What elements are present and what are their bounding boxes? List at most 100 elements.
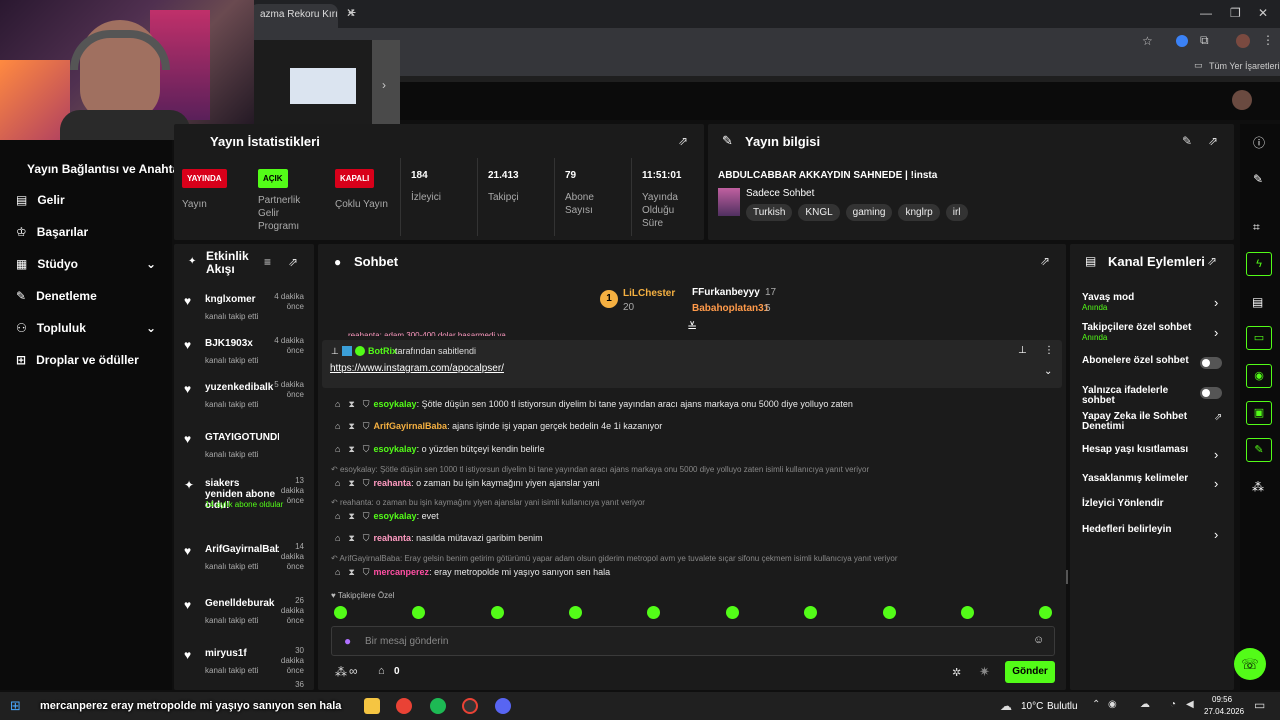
- action-item[interactable]: Yavaş mod Anında ›: [1082, 293, 1224, 317]
- category-name[interactable]: Sadece Sohbet: [746, 188, 814, 199]
- window-close-icon[interactable]: ✕: [1258, 6, 1268, 20]
- rail-tool-button[interactable]: ✎: [1246, 438, 1272, 462]
- pinned-by-user[interactable]: BotRix: [368, 346, 397, 356]
- chat-message[interactable]: ⌂ ⧗ ⛉ esoykalay: Şötle düşün sen 1000 tl is…: [335, 399, 853, 410]
- action-item[interactable]: Yapay Zeka ile Sohbet Denetimi ⇗: [1082, 412, 1224, 436]
- delete-icon[interactable]: ⌂: [335, 533, 340, 543]
- volume-icon[interactable]: ◀: [1186, 699, 1194, 710]
- pencil-icon[interactable]: ✎: [1253, 172, 1263, 186]
- collapse-icon[interactable]: ≚: [687, 320, 697, 334]
- chat-username[interactable]: reahanta: [374, 478, 412, 488]
- chat-username[interactable]: esoykalay: [374, 511, 417, 521]
- clock-time[interactable]: 09:56: [1212, 695, 1232, 704]
- event-user-name[interactable]: ArifGayirnalBaba: [205, 544, 279, 555]
- tray-chevron-icon[interactable]: ⌃: [1092, 699, 1100, 710]
- clock-date[interactable]: 27.04.2026: [1204, 707, 1244, 716]
- expand-icon[interactable]: ⇗: [288, 255, 298, 269]
- timeout-icon[interactable]: ⧗: [348, 533, 354, 543]
- sidebar-item-gelir[interactable]: ▤ Gelir: [16, 193, 65, 207]
- document-icon[interactable]: ▤: [1252, 295, 1263, 309]
- cloud-sync-icon[interactable]: ☁: [1140, 699, 1150, 710]
- extension-icon[interactable]: [1176, 35, 1188, 47]
- emote-icon[interactable]: [334, 606, 347, 619]
- chat-message[interactable]: ⌂ ⧗ ⛉ ArifGayirnalBaba: ajans işinde işi ya…: [335, 421, 662, 432]
- minimize-icon[interactable]: —: [1200, 6, 1212, 20]
- info-icon[interactable]: ⓘ: [1253, 134, 1265, 151]
- emote-icon[interactable]: [1039, 606, 1052, 619]
- expand-icon[interactable]: ⇗: [678, 134, 688, 148]
- wifi-icon[interactable]: ◔: [1170, 699, 1176, 710]
- emote-icon[interactable]: [804, 606, 817, 619]
- event-item[interactable]: ✦ siakers yeniden abone oldu! 13 dakika ön…: [174, 474, 314, 518]
- sidebar-item-basarilar[interactable]: ♔ Başarılar: [16, 225, 88, 239]
- top-gifter-name[interactable]: LiLChester: [623, 288, 675, 299]
- action-item[interactable]: Abonelere özel sohbet: [1082, 356, 1224, 380]
- user-avatar[interactable]: [1232, 90, 1252, 110]
- emote-icon[interactable]: [726, 606, 739, 619]
- event-item[interactable]: ♥ BJK1903x 4 dakika önce kanalı takip etti: [174, 334, 314, 378]
- action-item[interactable]: Yasaklanmış kelimeler ›: [1082, 474, 1224, 498]
- stream-key-heading[interactable]: Yayın Bağlantısı ve Anahtarı: [27, 162, 187, 176]
- timeout-icon[interactable]: ⧗: [348, 511, 354, 521]
- obs-icon[interactable]: [462, 698, 478, 714]
- tray-icon[interactable]: ◉: [1108, 699, 1117, 710]
- weather-label[interactable]: Bulutlu: [1047, 701, 1078, 712]
- crop-icon[interactable]: ⌗: [1253, 220, 1260, 235]
- delete-icon[interactable]: ⌂: [335, 444, 340, 454]
- unpin-icon[interactable]: ⊥: [1018, 345, 1027, 356]
- emote-icon[interactable]: [491, 606, 504, 619]
- profile-avatar[interactable]: [1236, 34, 1250, 48]
- microphone-icon[interactable]: ●: [344, 634, 351, 648]
- weather-temp[interactable]: 10°C: [1021, 701, 1043, 712]
- filter-icon[interactable]: ≡: [264, 255, 271, 269]
- share-icon[interactable]: ⁂: [1252, 480, 1264, 494]
- preview-next-button[interactable]: ›: [372, 40, 400, 132]
- emote-icon[interactable]: [647, 606, 660, 619]
- sidebar-item-studyo[interactable]: ▦ Stüdyo ⌄: [16, 257, 156, 271]
- event-item[interactable]: 36: [174, 678, 314, 690]
- settings-icon[interactable]: ✲: [952, 666, 961, 679]
- sidebar-item-droplar[interactable]: ⊞ Droplar ve ödüller: [16, 353, 139, 367]
- support-button[interactable]: ☏: [1234, 648, 1266, 680]
- puzzle-icon[interactable]: ⧉: [1200, 33, 1209, 48]
- toggle-switch[interactable]: [1200, 357, 1222, 369]
- spotify-icon[interactable]: [430, 698, 446, 714]
- browser-tab[interactable]: azma Rekoru Kırıld: [250, 4, 338, 28]
- action-item[interactable]: Hedefleri belirleyin ›: [1082, 525, 1224, 549]
- timeout-icon[interactable]: ⧗: [348, 478, 354, 488]
- all-bookmarks-link[interactable]: Tüm Yer İşaretleri: [1209, 61, 1280, 71]
- toggle-switch[interactable]: [1200, 387, 1222, 399]
- maximize-icon[interactable]: ❐: [1230, 6, 1241, 20]
- event-item[interactable]: ♥ yuzenkedibalk 5 dakika önce kanalı takip …: [174, 378, 314, 422]
- tag-chip[interactable]: gaming: [845, 204, 893, 221]
- tag-chip[interactable]: knglrp: [898, 204, 940, 221]
- delete-icon[interactable]: ⌂: [335, 478, 340, 488]
- emote-icon[interactable]: [569, 606, 582, 619]
- rail-window-button[interactable]: ▣: [1246, 401, 1272, 425]
- chrome-icon[interactable]: [396, 698, 412, 714]
- star-icon[interactable]: ☆: [1142, 34, 1153, 48]
- event-user-name[interactable]: yuzenkedibalk: [205, 382, 279, 393]
- action-item[interactable]: Takipçilere özel sohbet Anında ›: [1082, 323, 1224, 347]
- menu-icon[interactable]: ⋮: [1262, 33, 1274, 47]
- event-item[interactable]: ♥ knglxomer 4 dakika önce kanalı takip etti: [174, 290, 314, 334]
- event-user-name[interactable]: Genelldeburak: [205, 598, 279, 609]
- sidebar-item-topluluk[interactable]: ⚇ Topluluk ⌄: [16, 321, 156, 335]
- sidebar-item-denetleme[interactable]: ✎ Denetleme: [16, 289, 97, 303]
- windows-start-icon[interactable]: ⊞: [10, 698, 21, 714]
- event-user-name[interactable]: GTAYIGOTUNDENSIKI: [205, 432, 279, 443]
- timeout-icon[interactable]: ⧗: [348, 567, 354, 577]
- timeout-icon[interactable]: ⧗: [348, 444, 354, 454]
- notification-icon[interactable]: ▭: [1254, 698, 1265, 712]
- timeout-icon[interactable]: ⧗: [348, 399, 354, 409]
- delete-icon[interactable]: ⌂: [335, 511, 340, 521]
- chat-input[interactable]: Bir mesaj gönderin: [365, 636, 448, 647]
- delete-icon[interactable]: ⌂: [335, 399, 340, 409]
- gear-icon[interactable]: ✷: [979, 664, 990, 680]
- event-user-name[interactable]: knglxomer: [205, 294, 279, 305]
- chat-message[interactable]: ⌂ ⧗ ⛉ mercanperez: eray metropolde mi yaşıy…: [335, 567, 610, 578]
- chat-message[interactable]: ⌂ ⧗ ⛉ reahanta: o zaman bu işin kaymağını y…: [335, 478, 600, 489]
- event-item[interactable]: ♥ Genelldeburak 26 dakika önce kanalı takip…: [174, 594, 314, 638]
- gifts-icon[interactable]: ⁂: [335, 665, 347, 679]
- chat-username[interactable]: reahanta: [374, 533, 412, 543]
